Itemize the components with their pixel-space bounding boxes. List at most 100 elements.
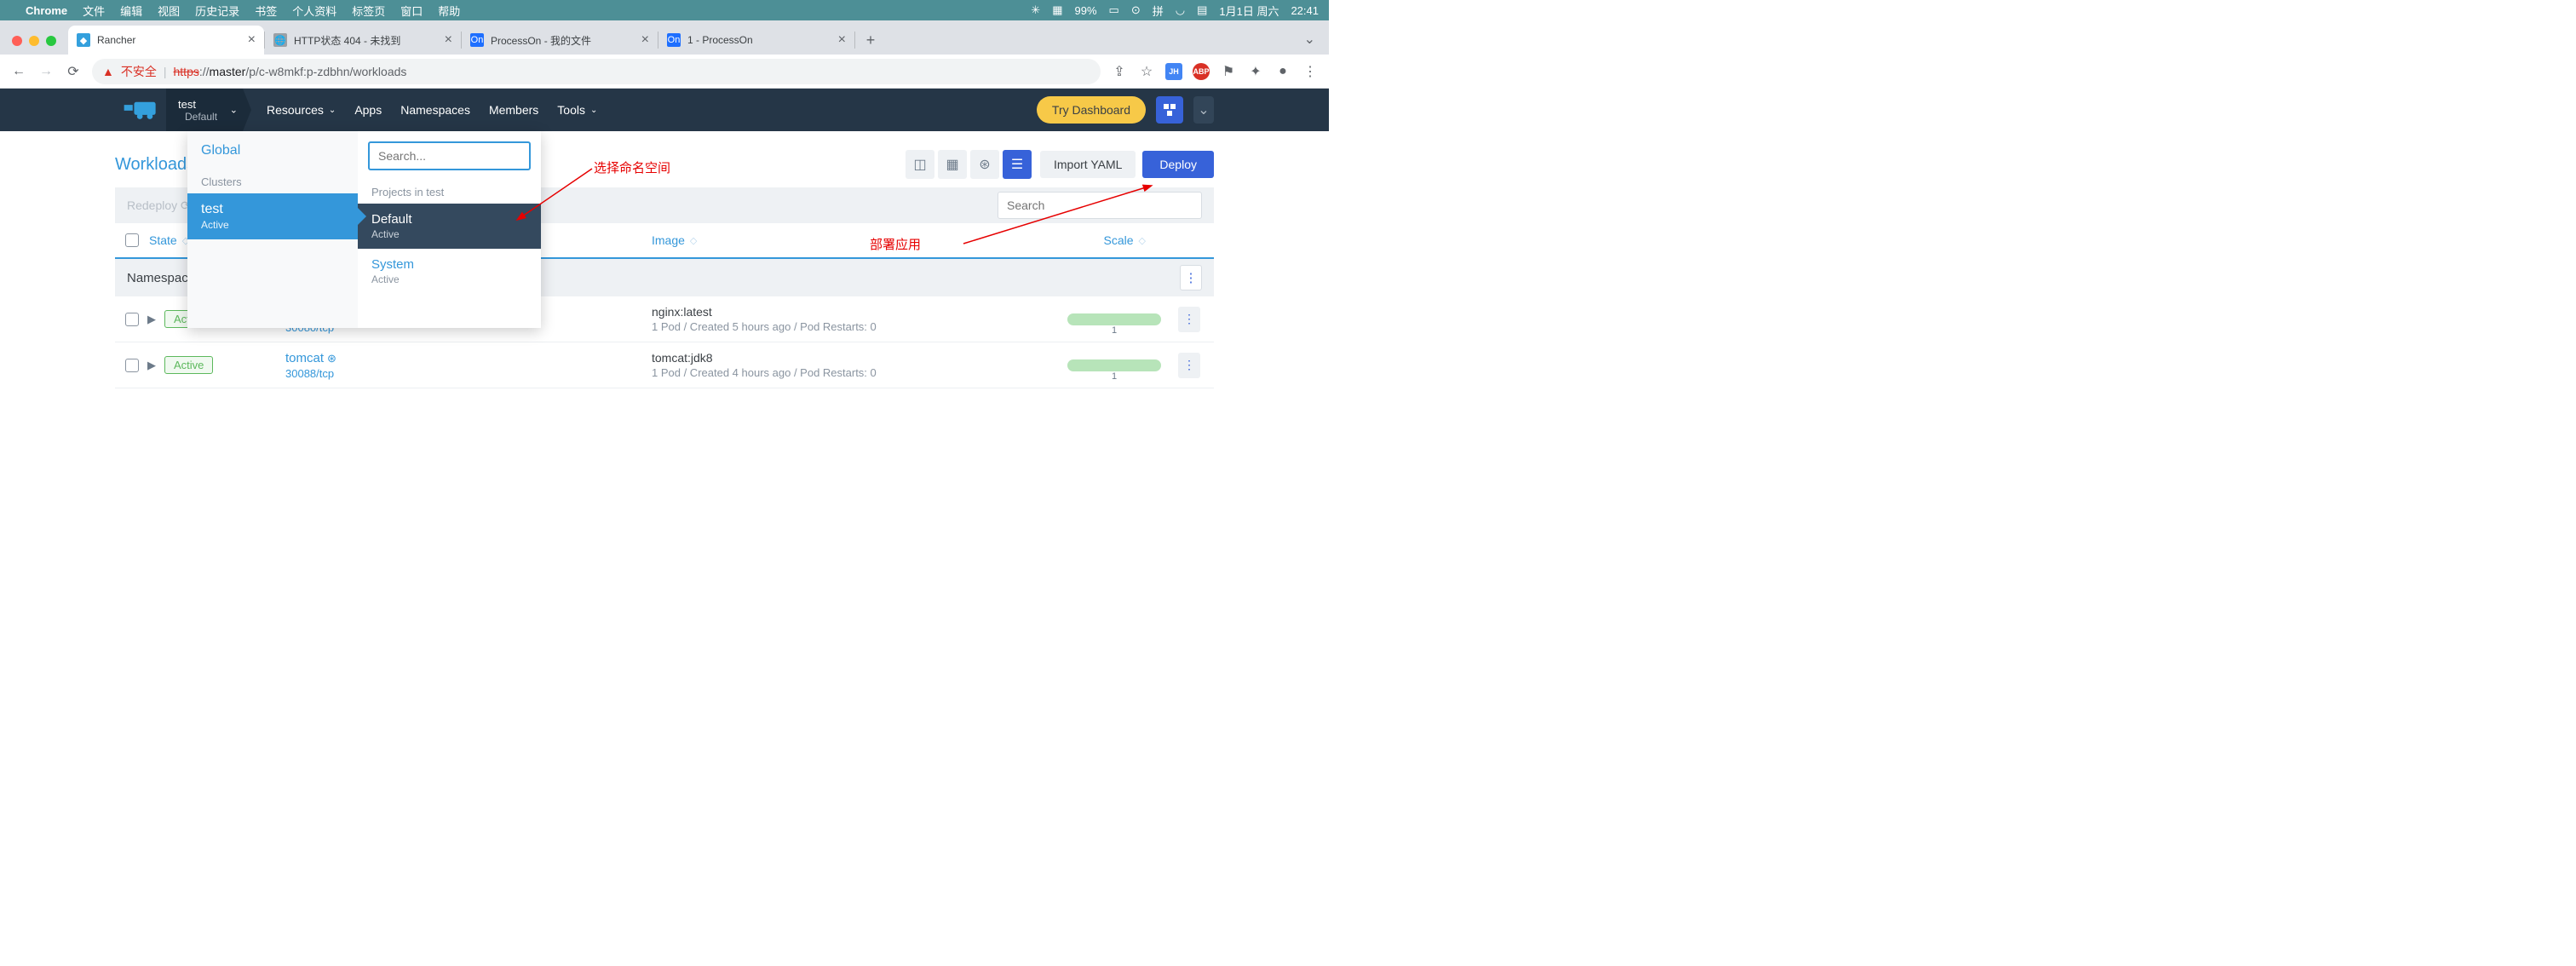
grid-icon[interactable]: ▦ bbox=[1052, 3, 1062, 17]
dropdown-project-default[interactable]: Default Active bbox=[358, 204, 541, 249]
view-boxes-icon[interactable]: ◫ bbox=[906, 150, 934, 179]
reading-list-icon[interactable]: ⚑ bbox=[1220, 63, 1237, 80]
insecure-label: 不安全 bbox=[121, 63, 157, 80]
tab-close-icon[interactable]: × bbox=[248, 32, 256, 48]
extensions-icon[interactable]: ✦ bbox=[1247, 63, 1264, 80]
nav-members[interactable]: Members bbox=[489, 103, 538, 117]
profile-avatar-icon[interactable]: ● bbox=[1274, 64, 1291, 79]
menu-file[interactable]: 文件 bbox=[83, 3, 105, 19]
window-minimize-button[interactable] bbox=[29, 36, 39, 46]
nav-apps[interactable]: Apps bbox=[354, 103, 382, 117]
page-title: Workloads bbox=[115, 155, 195, 175]
menu-window[interactable]: 窗口 bbox=[400, 3, 423, 19]
tab-rancher[interactable]: ◆ Rancher × bbox=[68, 26, 264, 55]
redeploy-action[interactable]: Redeploy ⟳ bbox=[127, 198, 191, 213]
user-avatar-icon[interactable] bbox=[1156, 96, 1183, 124]
window-maximize-button[interactable] bbox=[46, 36, 56, 46]
chevron-down-icon: ⌄ bbox=[329, 106, 336, 115]
view-links-icon[interactable]: ⊛ bbox=[970, 150, 999, 179]
menu-tabs[interactable]: 标签页 bbox=[352, 3, 385, 19]
search-input[interactable] bbox=[998, 192, 1202, 219]
media-icon[interactable]: ⊙ bbox=[1131, 3, 1141, 17]
tab-overflow-chevron-icon[interactable]: ⌄ bbox=[1304, 31, 1315, 48]
back-button[interactable]: ← bbox=[10, 64, 27, 79]
tab-title: HTTP状态 404 - 未找到 bbox=[294, 33, 438, 48]
tab-close-icon[interactable]: × bbox=[445, 32, 452, 48]
processon-favicon-icon: On bbox=[667, 33, 681, 47]
window-close-button[interactable] bbox=[12, 36, 22, 46]
jh-extension-icon[interactable]: JH bbox=[1165, 63, 1182, 80]
menu-edit[interactable]: 编辑 bbox=[120, 3, 142, 19]
chrome-menu-icon[interactable]: ⋮ bbox=[1302, 63, 1319, 80]
nav-items: Resources⌄ Apps Namespaces Members Tools… bbox=[267, 103, 597, 117]
menu-bookmarks[interactable]: 书签 bbox=[255, 3, 277, 19]
view-mode-toggle: ◫ ▦ ⊛ ☰ bbox=[906, 150, 1032, 179]
rancher-logo-icon[interactable] bbox=[115, 98, 166, 122]
control-center-icon[interactable]: ▤ bbox=[1197, 3, 1207, 17]
page-content: Workloads ◫ ▦ ⊛ ☰ Import YAML Deploy Red… bbox=[115, 131, 1214, 388]
tab-processon-files[interactable]: On ProcessOn - 我的文件 × bbox=[462, 26, 658, 55]
image-meta: 1 Pod / Created 4 hours ago / Pod Restar… bbox=[652, 366, 1018, 379]
macos-menubar: Chrome 文件 编辑 视图 历史记录 书签 个人资料 标签页 窗口 帮助 ✳… bbox=[0, 0, 1329, 20]
rancher-app: test Default ⌄ Resources⌄ Apps Namespace… bbox=[0, 89, 1329, 388]
view-bars-icon[interactable]: ▦ bbox=[938, 150, 967, 179]
nav-tools[interactable]: Tools⌄ bbox=[557, 103, 597, 117]
wifi-icon[interactable]: ◡ bbox=[1176, 3, 1185, 17]
namespace-menu-button[interactable]: ⋮ bbox=[1180, 265, 1202, 290]
dropdown-clusters-column: Global Clusters test Active bbox=[187, 131, 358, 328]
tab-http-404[interactable]: 🌐 HTTP状态 404 - 未找到 × bbox=[265, 26, 461, 55]
image-name: tomcat:jdk8 bbox=[652, 351, 1018, 365]
dropdown-cluster-item[interactable]: test Active bbox=[187, 193, 358, 239]
rancher-favicon-icon: ◆ bbox=[77, 33, 90, 47]
menu-history[interactable]: 历史记录 bbox=[195, 3, 239, 19]
star-icon[interactable]: ☆ bbox=[1138, 63, 1155, 80]
share-icon[interactable]: ⇪ bbox=[1111, 63, 1128, 80]
time-label[interactable]: 22:41 bbox=[1291, 4, 1319, 17]
wechat-icon[interactable]: ✳ bbox=[1031, 3, 1040, 17]
view-list-icon[interactable]: ☰ bbox=[1003, 150, 1032, 179]
col-scale[interactable]: Scale◇ bbox=[1018, 233, 1214, 247]
try-dashboard-button[interactable]: Try Dashboard bbox=[1037, 96, 1146, 124]
project-selector[interactable]: test Default ⌄ bbox=[166, 89, 243, 131]
table-row: ▶ Active tomcat⊛ 30088/tcp tomcat:jdk8 1… bbox=[115, 342, 1214, 388]
ime-indicator[interactable]: 拼 bbox=[1153, 3, 1164, 19]
dropdown-search-wrap bbox=[368, 141, 531, 170]
row-checkbox[interactable] bbox=[125, 313, 139, 326]
project-name: Default bbox=[185, 111, 231, 123]
traffic-lights bbox=[12, 36, 56, 46]
col-image[interactable]: Image◇ bbox=[652, 233, 1018, 247]
nav-resources[interactable]: Resources⌄ bbox=[267, 103, 336, 117]
row-menu-button[interactable]: ⋮ bbox=[1178, 307, 1200, 332]
menu-profiles[interactable]: 个人资料 bbox=[292, 3, 336, 19]
tab-processon-1[interactable]: On 1 - ProcessOn × bbox=[658, 26, 854, 55]
workload-port-link[interactable]: 30088/tcp bbox=[285, 367, 652, 380]
deploy-button[interactable]: Deploy bbox=[1142, 151, 1214, 178]
nav-namespaces[interactable]: Namespaces bbox=[400, 103, 470, 117]
tab-close-icon[interactable]: × bbox=[838, 32, 846, 48]
workload-name-link[interactable]: tomcat bbox=[285, 351, 324, 365]
menu-help[interactable]: 帮助 bbox=[438, 3, 460, 19]
dropdown-search-input[interactable] bbox=[368, 141, 531, 170]
tab-strip: ◆ Rancher × 🌐 HTTP状态 404 - 未找到 × On Proc… bbox=[0, 20, 1329, 55]
dropdown-project-system[interactable]: System Active bbox=[358, 249, 541, 294]
abp-extension-icon[interactable]: ABP bbox=[1193, 63, 1210, 80]
forward-button[interactable]: → bbox=[37, 64, 55, 79]
reload-button[interactable]: ⟳ bbox=[65, 63, 82, 80]
select-all-checkbox[interactable] bbox=[125, 233, 139, 247]
date-label[interactable]: 1月1日 周六 bbox=[1219, 3, 1279, 19]
app-name[interactable]: Chrome bbox=[26, 4, 67, 17]
dropdown-global-link[interactable]: Global bbox=[187, 131, 358, 170]
battery-percent[interactable]: 99% bbox=[1074, 4, 1096, 17]
deployment-icon: ⊛ bbox=[327, 352, 336, 365]
import-yaml-button[interactable]: Import YAML bbox=[1040, 151, 1136, 178]
menu-view[interactable]: 视图 bbox=[158, 3, 180, 19]
tab-close-icon[interactable]: × bbox=[641, 32, 649, 48]
tab-title: ProcessOn - 我的文件 bbox=[491, 33, 635, 48]
expand-icon[interactable]: ▶ bbox=[147, 359, 156, 372]
expand-icon[interactable]: ▶ bbox=[147, 313, 156, 326]
user-menu-chevron-icon[interactable]: ⌄ bbox=[1193, 96, 1214, 124]
row-checkbox[interactable] bbox=[125, 359, 139, 372]
address-bar[interactable]: ▲ 不安全 | https://master/p/c-w8mkf:p-zdbhn… bbox=[92, 59, 1101, 84]
new-tab-button[interactable]: + bbox=[859, 28, 883, 52]
row-menu-button[interactable]: ⋮ bbox=[1178, 353, 1200, 378]
